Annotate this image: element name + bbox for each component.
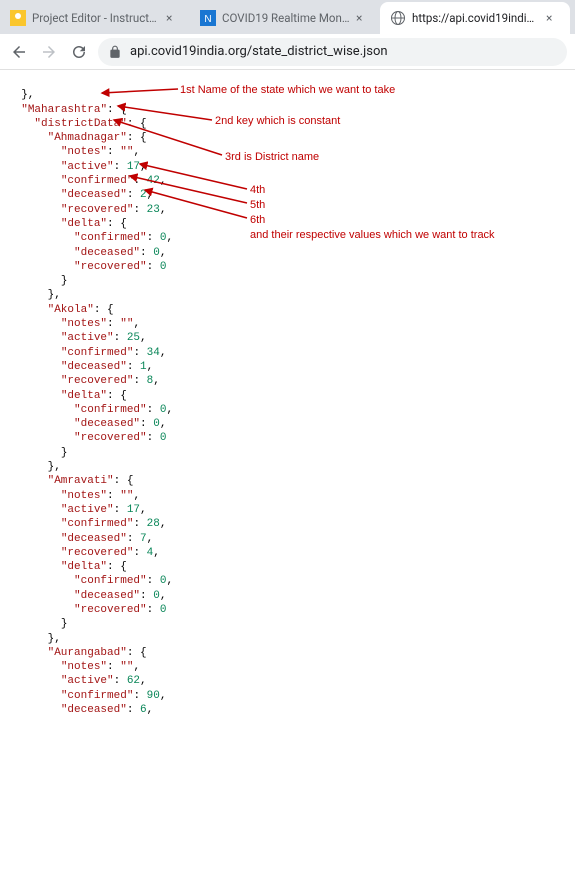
annotation-2: 2nd key which is constant [215, 114, 515, 128]
annotation-4: 4th [250, 183, 550, 197]
annotation-5: 5th [250, 198, 550, 212]
arrow-right-icon [40, 43, 58, 61]
favicon-instructables [10, 10, 26, 26]
close-icon[interactable]: × [546, 11, 560, 25]
forward-button[interactable] [38, 41, 60, 63]
svg-text:N: N [204, 14, 211, 25]
arrow-left-icon [10, 43, 28, 61]
tab-covid-monitor[interactable]: N COVID19 Realtime Monitoring × [190, 2, 380, 34]
tab-api-json[interactable]: https://api.covid19india.org/sta × [380, 2, 570, 34]
globe-icon [390, 10, 406, 26]
tab-title: COVID19 Realtime Monitoring [222, 11, 350, 25]
url-text: api.covid19india.org/state_district_wise… [130, 44, 388, 59]
back-button[interactable] [8, 41, 30, 63]
lock-icon [108, 45, 122, 59]
toolbar: api.covid19india.org/state_district_wise… [0, 34, 575, 70]
annotation-1: 1st Name of the state which we want to t… [180, 83, 480, 97]
favicon-covid: N [200, 10, 216, 26]
tab-title: https://api.covid19india.org/sta [412, 11, 540, 25]
address-bar[interactable]: api.covid19india.org/state_district_wise… [98, 38, 567, 66]
json-content: }, "Maharashtra": { "districtData": { "A… [0, 70, 575, 893]
annotation-7: and their respective values which we wan… [250, 228, 550, 242]
reload-button[interactable] [68, 41, 90, 63]
tab-instructables[interactable]: Project Editor - Instructables × [0, 2, 190, 34]
reload-icon [70, 43, 88, 61]
tab-strip: Project Editor - Instructables × N COVID… [0, 0, 575, 34]
close-icon[interactable]: × [356, 11, 370, 25]
close-icon[interactable]: × [166, 11, 180, 25]
annotation-6: 6th [250, 213, 550, 227]
tab-title: Project Editor - Instructables [32, 11, 160, 25]
annotation-3: 3rd is District name [225, 150, 525, 164]
